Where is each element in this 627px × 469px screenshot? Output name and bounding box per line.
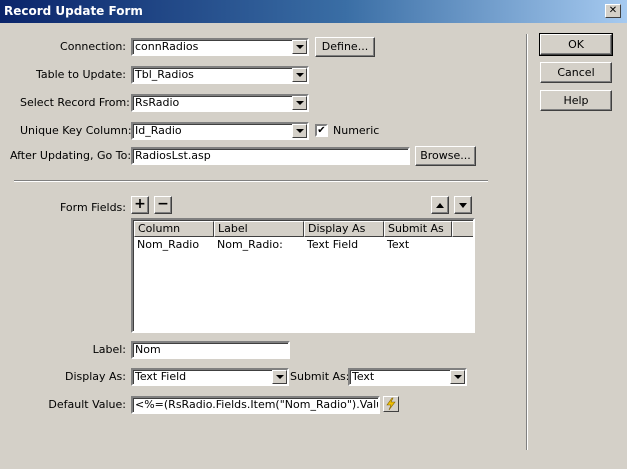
unique-key-label: Unique Key Column: — [20, 124, 132, 137]
column-header-column[interactable]: Column — [134, 221, 214, 237]
column-header-display-as[interactable]: Display As — [304, 221, 384, 237]
list-header: Column Label Display As Submit As — [134, 221, 473, 237]
remove-field-button[interactable]: − — [154, 196, 172, 214]
connection-label: Connection: — [60, 40, 126, 53]
record-update-dialog: Record Update Form ✕ Connection: connRad… — [0, 0, 627, 469]
table-value: Tbl_Radios — [135, 68, 194, 81]
cell-label: Nom_Radio: — [217, 238, 283, 251]
select-record-label: Select Record From: — [20, 96, 130, 109]
column-header-label[interactable]: Label — [214, 221, 304, 237]
form-fields-label: Form Fields: — [59, 201, 126, 214]
define-button[interactable]: Define... — [315, 37, 375, 57]
chevron-down-icon[interactable] — [450, 370, 465, 384]
select-record-value: RsRadio — [135, 96, 180, 109]
chevron-down-icon[interactable] — [272, 370, 287, 384]
move-down-button[interactable] — [454, 196, 472, 214]
lightning-bolt-icon — [386, 397, 396, 411]
horizontal-divider — [14, 180, 488, 182]
column-header-filler — [452, 221, 473, 237]
move-up-button[interactable] — [431, 196, 449, 214]
label-field-label: Label: — [92, 343, 126, 356]
cell-display-as: Text Field — [307, 238, 359, 251]
chevron-down-icon[interactable] — [292, 40, 307, 54]
help-button[interactable]: Help — [540, 90, 612, 111]
cell-submit-as: Text — [387, 238, 410, 251]
label-input[interactable]: Nom — [131, 341, 290, 359]
numeric-label: Numeric — [333, 124, 380, 137]
default-value-input[interactable]: <%=(RsRadio.Fields.Item("Nom_Radio").Val… — [131, 396, 380, 414]
dynamic-data-button[interactable] — [383, 396, 399, 412]
browse-button[interactable]: Browse... — [415, 146, 476, 166]
table-label: Table to Update: — [35, 68, 126, 81]
connection-value: connRadios — [135, 40, 199, 53]
submit-as-value: Text — [352, 370, 375, 383]
unique-key-select[interactable]: Id_Radio — [131, 122, 309, 140]
chevron-down-icon[interactable] — [292, 124, 307, 138]
chevron-down-icon[interactable] — [292, 96, 307, 110]
numeric-checkbox[interactable]: ✔ — [315, 124, 328, 137]
ok-button[interactable]: OK — [539, 33, 613, 56]
submit-as-label: Submit As: — [290, 370, 350, 383]
table-select[interactable]: Tbl_Radios — [131, 66, 309, 84]
arrow-up-icon — [436, 203, 444, 208]
default-value-label: Default Value: — [48, 398, 126, 411]
cancel-button[interactable]: Cancel — [540, 62, 612, 83]
minus-icon: − — [157, 196, 169, 212]
close-icon[interactable]: ✕ — [605, 4, 621, 18]
cell-column: Nom_Radio — [137, 238, 200, 251]
after-update-input[interactable]: RadiosLst.asp — [131, 147, 410, 165]
display-as-value: Text Field — [135, 370, 187, 383]
connection-select[interactable]: connRadios — [131, 38, 309, 56]
unique-key-value: Id_Radio — [135, 124, 182, 137]
after-update-label: After Updating, Go To: — [10, 149, 132, 162]
display-as-select[interactable]: Text Field — [131, 368, 289, 386]
vertical-divider — [526, 34, 528, 450]
plus-icon: + — [134, 196, 146, 212]
select-record-select[interactable]: RsRadio — [131, 94, 309, 112]
chevron-down-icon[interactable] — [292, 68, 307, 82]
title-bar: Record Update Form ✕ — [0, 0, 627, 23]
arrow-down-icon — [459, 203, 467, 208]
column-header-submit-as[interactable]: Submit As — [384, 221, 452, 237]
form-fields-list[interactable]: Column Label Display As Submit As Nom_Ra… — [131, 218, 475, 333]
list-item[interactable]: Nom_Radio Nom_Radio: Text Field Text — [134, 237, 473, 252]
window-title: Record Update Form — [4, 4, 143, 18]
display-as-label: Display As: — [64, 370, 126, 383]
add-field-button[interactable]: + — [131, 196, 149, 214]
submit-as-select[interactable]: Text — [348, 368, 467, 386]
